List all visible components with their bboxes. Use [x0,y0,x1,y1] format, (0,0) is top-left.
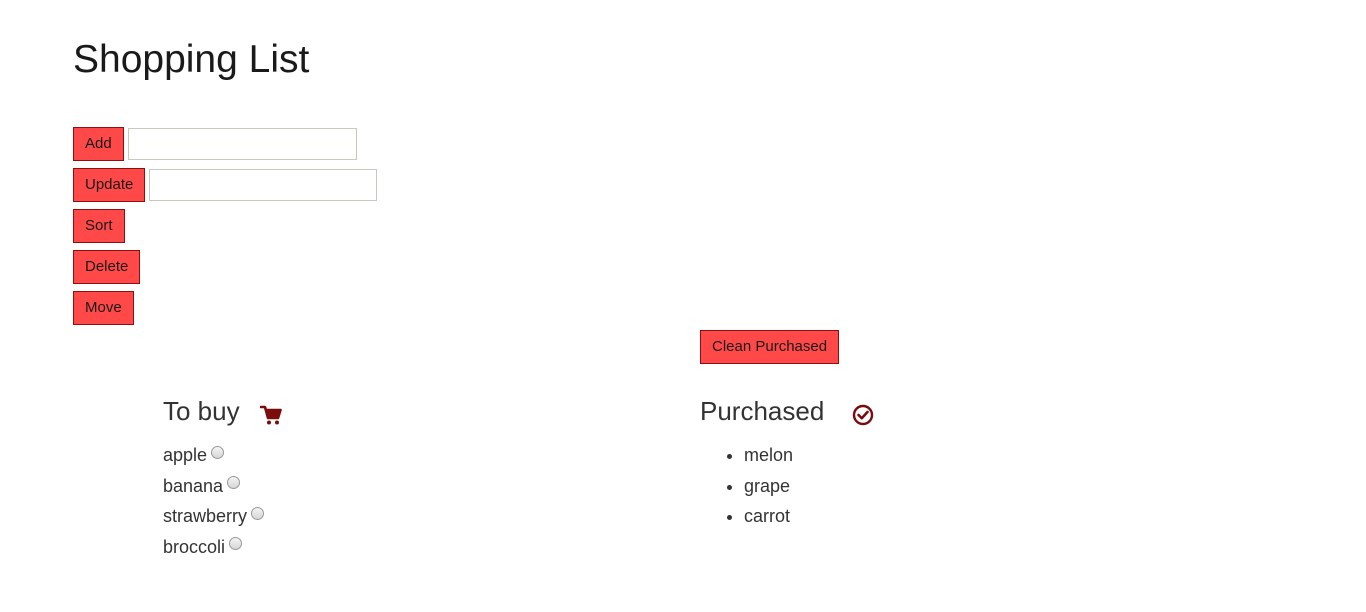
list-item: banana [163,471,264,502]
to-buy-header: To buy [163,394,282,428]
item-label: strawberry [163,506,248,527]
item-label: apple [163,445,208,466]
list-item: grape [744,471,793,502]
add-item-input[interactable] [127,127,357,160]
move-button[interactable]: Move [73,290,134,325]
list-item: strawberry [163,501,265,532]
update-row: Update [73,167,378,202]
to-buy-title: To buy [163,396,240,426]
add-row: Add [73,126,377,161]
update-item-input[interactable] [149,168,378,201]
purchase-radio[interactable] [211,445,225,459]
purchased-header: Purchased [700,394,874,428]
list-item: apple [163,440,264,471]
purchased-list: melon grape carrot [700,440,793,532]
update-button[interactable]: Update [73,167,146,202]
list-item: carrot [744,501,793,532]
purchased-title: Purchased [700,396,825,426]
item-label: banana [163,475,224,496]
move-row: Move [73,290,377,325]
clean-purchased-button[interactable]: Clean Purchased [700,330,840,364]
controls-panel: Add Update Sort Delete Move [73,126,378,332]
purchase-radio[interactable] [229,537,243,551]
purchase-radio[interactable] [227,476,241,490]
check-circle-icon [852,400,874,426]
cart-icon [259,400,282,425]
item-label: broccoli [163,536,226,557]
sort-row: Sort [73,208,377,243]
list-item: broccoli [163,532,264,563]
add-button[interactable]: Add [73,126,124,161]
purchase-radio[interactable] [251,506,265,520]
page-title: Shopping List [73,38,310,81]
sort-button[interactable]: Sort [73,208,125,243]
list-item: melon [744,440,793,471]
to-buy-list: apple banana strawberry broccoli [163,440,265,563]
delete-row: Delete [73,249,377,284]
delete-button[interactable]: Delete [73,249,141,284]
